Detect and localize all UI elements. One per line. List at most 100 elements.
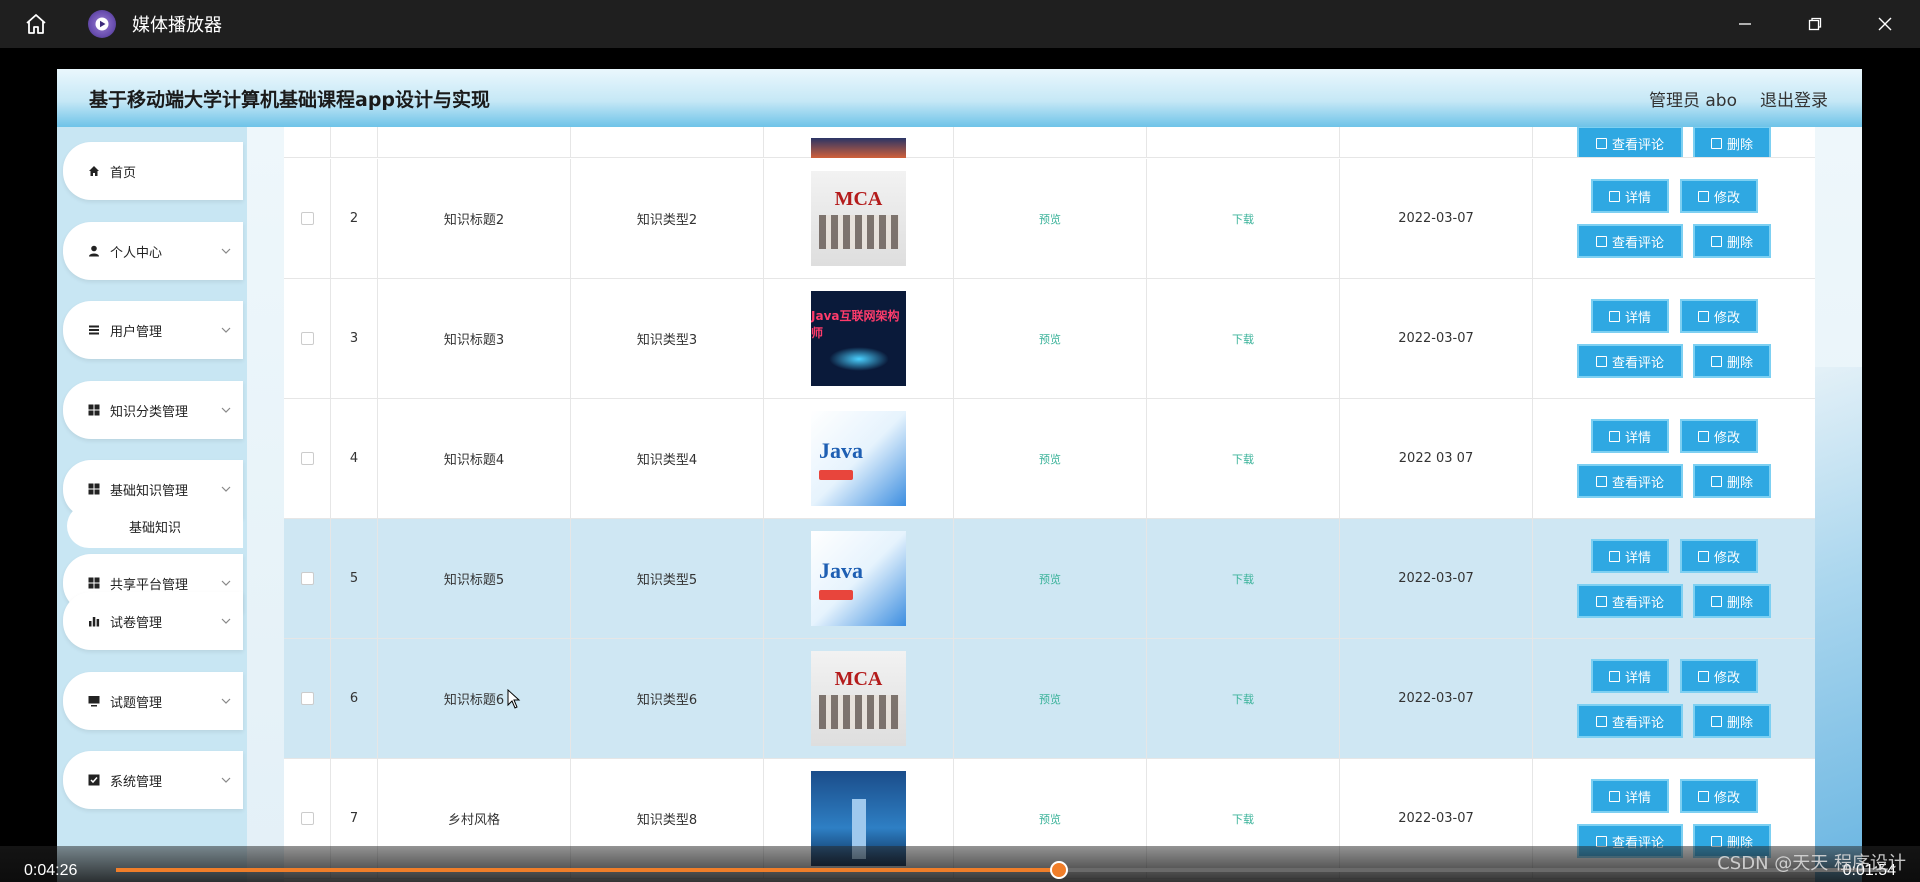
detail-button[interactable]: 详情 bbox=[1591, 179, 1669, 213]
view-comments-button[interactable]: 查看评论 bbox=[1577, 584, 1683, 618]
download-link[interactable]: 下载 bbox=[1232, 211, 1254, 227]
view-comments-button[interactable]: 查看评论 bbox=[1577, 344, 1683, 378]
download-link[interactable]: 下载 bbox=[1232, 571, 1254, 587]
download-link[interactable]: 下载 bbox=[1232, 691, 1254, 707]
knowledge-type: 知识类型5 bbox=[571, 519, 764, 638]
knowledge-title: 知识标题5 bbox=[378, 519, 571, 638]
restore-button[interactable] bbox=[1780, 0, 1850, 48]
row-cell bbox=[284, 639, 331, 758]
row-date: 2022-03-07 bbox=[1340, 519, 1533, 638]
trash-icon bbox=[1710, 835, 1722, 847]
view-comments-button[interactable]: 查看评论 bbox=[1577, 224, 1683, 258]
comment-label: 查看评论 bbox=[1611, 475, 1664, 491]
chevron-down-icon bbox=[221, 580, 231, 586]
view-comments-button[interactable]: 查看评论 bbox=[1577, 127, 1683, 157]
sidebar-item-2[interactable]: 个人中心 bbox=[63, 222, 243, 280]
edit-button[interactable]: 修改 bbox=[1680, 179, 1758, 213]
edit-button[interactable]: 修改 bbox=[1680, 299, 1758, 333]
preview-link[interactable]: 预览 bbox=[1039, 811, 1061, 827]
preview-link[interactable]: 预览 bbox=[1039, 571, 1061, 587]
detail-button[interactable]: 详情 bbox=[1591, 539, 1669, 573]
edit-button[interactable]: 修改 bbox=[1680, 419, 1758, 453]
minimize-button[interactable] bbox=[1710, 0, 1780, 48]
comment-label: 查看评论 bbox=[1611, 235, 1664, 251]
table-row: 详情修改查看评论删除 bbox=[284, 127, 1815, 158]
row-checkbox[interactable] bbox=[300, 452, 314, 465]
row-cell bbox=[331, 127, 378, 157]
edit-label: 修改 bbox=[1713, 790, 1740, 806]
knowledge-type: 知识类型6 bbox=[571, 639, 764, 758]
download-link[interactable]: 下载 bbox=[1232, 811, 1254, 827]
sidebar-item-3[interactable]: 用户管理 bbox=[63, 301, 243, 359]
row-index: 6 bbox=[331, 639, 378, 758]
progress-bar[interactable] bbox=[116, 861, 1888, 879]
delete-button[interactable]: 删除 bbox=[1693, 224, 1771, 258]
row-date: 2022-03-07 bbox=[1340, 279, 1533, 398]
row-cell: 下载 bbox=[1147, 399, 1340, 518]
preview-link[interactable]: 预览 bbox=[1039, 691, 1061, 707]
view-comments-button[interactable]: 查看评论 bbox=[1577, 464, 1683, 498]
sidebar-item-4[interactable]: 知识分类管理 bbox=[63, 381, 243, 439]
preview-link[interactable]: 预览 bbox=[1039, 451, 1061, 467]
delete-button[interactable]: 删除 bbox=[1693, 127, 1771, 157]
delete-label: 删除 bbox=[1726, 715, 1753, 731]
table-row: 4 知识标题4 知识类型4 Java 预览 下载 2022 03 07 详情 修改 查看评论 删除 bbox=[284, 399, 1815, 519]
logout-link[interactable]: 退出登录 bbox=[1760, 86, 1828, 111]
grid-icon bbox=[88, 483, 100, 495]
sidebar-subitem-basic-knowledge[interactable]: 基础知识 bbox=[67, 504, 243, 548]
knowledge-table: 详情修改查看评论删除2知识标题2知识类型2MCA预览下载2022-03-07详情… bbox=[284, 127, 1815, 882]
row-cell: Java bbox=[764, 519, 954, 638]
detail-button[interactable]: 详情 bbox=[1591, 299, 1669, 333]
trash-icon bbox=[1710, 715, 1722, 727]
home-button[interactable] bbox=[0, 0, 72, 48]
knowledge-thumbnail bbox=[811, 137, 906, 158]
view-comments-button[interactable]: 查看评论 bbox=[1577, 704, 1683, 738]
delete-button[interactable]: 删除 bbox=[1693, 704, 1771, 738]
sidebar-item-7[interactable]: 试卷管理 bbox=[63, 592, 243, 650]
row-checkbox[interactable] bbox=[300, 212, 314, 225]
sidebar-item-label: 首页 bbox=[110, 165, 137, 181]
row-checkbox[interactable] bbox=[300, 332, 314, 345]
detail-button[interactable]: 详情 bbox=[1591, 659, 1669, 693]
delete-button[interactable]: 删除 bbox=[1693, 584, 1771, 618]
row-checkbox[interactable] bbox=[300, 692, 314, 705]
knowledge-title: 知识标题6 bbox=[378, 639, 571, 758]
progress-fill bbox=[116, 868, 1059, 872]
restore-icon bbox=[1808, 17, 1822, 31]
row-checkbox[interactable] bbox=[300, 812, 314, 825]
comment-label: 查看评论 bbox=[1611, 715, 1664, 731]
progress-knob[interactable] bbox=[1049, 861, 1068, 879]
table-row: 3 知识标题3 知识类型3 Java互联网架构师 预览 下载 2022-03-07 详情 修改查… bbox=[284, 279, 1815, 399]
detail-label: 详情 bbox=[1624, 790, 1651, 806]
edit-button[interactable]: 修改 bbox=[1680, 779, 1758, 813]
edit-button[interactable]: 修改 bbox=[1680, 659, 1758, 693]
row-checkbox[interactable] bbox=[300, 572, 314, 585]
delete-button[interactable]: 删除 bbox=[1693, 464, 1771, 498]
delete-button[interactable]: 删除 bbox=[1693, 344, 1771, 378]
sidebar: 首页 个人中心 用户管理 知识分类管理 基础知识管理 基础知识 共享平台管理 试卷管理 试题管理… bbox=[57, 127, 247, 882]
edit-button[interactable]: 修改 bbox=[1680, 539, 1758, 573]
detail-button[interactable]: 详情 bbox=[1591, 779, 1669, 813]
chevron-down-icon bbox=[221, 698, 231, 704]
row-cell bbox=[284, 519, 331, 638]
sidebar-item-9[interactable]: 系统管理 bbox=[63, 751, 243, 809]
row-index: 2 bbox=[331, 159, 378, 278]
detail-label: 详情 bbox=[1624, 430, 1651, 446]
sidebar-item-label: 试卷管理 bbox=[110, 615, 163, 631]
preview-link[interactable]: 预览 bbox=[1039, 331, 1061, 347]
knowledge-thumbnail: MCA bbox=[811, 651, 906, 746]
row-cell: Java互联网架构师 bbox=[764, 279, 954, 398]
sidebar-item-8[interactable]: 试题管理 bbox=[63, 672, 243, 730]
chevron-down-icon bbox=[221, 486, 231, 492]
detail-button[interactable]: 详情 bbox=[1591, 419, 1669, 453]
close-button[interactable] bbox=[1850, 0, 1920, 48]
bar-chart-icon bbox=[88, 615, 100, 627]
sidebar-item-1[interactable]: 首页 bbox=[63, 142, 243, 200]
chevron-down-icon bbox=[221, 777, 231, 783]
preview-link[interactable]: 预览 bbox=[1039, 211, 1061, 227]
row-actions: 详情 修改查看评论 删除 bbox=[1533, 399, 1815, 518]
trash-icon bbox=[1710, 355, 1722, 367]
download-link[interactable]: 下载 bbox=[1232, 331, 1254, 347]
edit-icon bbox=[1595, 835, 1607, 847]
download-link[interactable]: 下载 bbox=[1232, 451, 1254, 467]
